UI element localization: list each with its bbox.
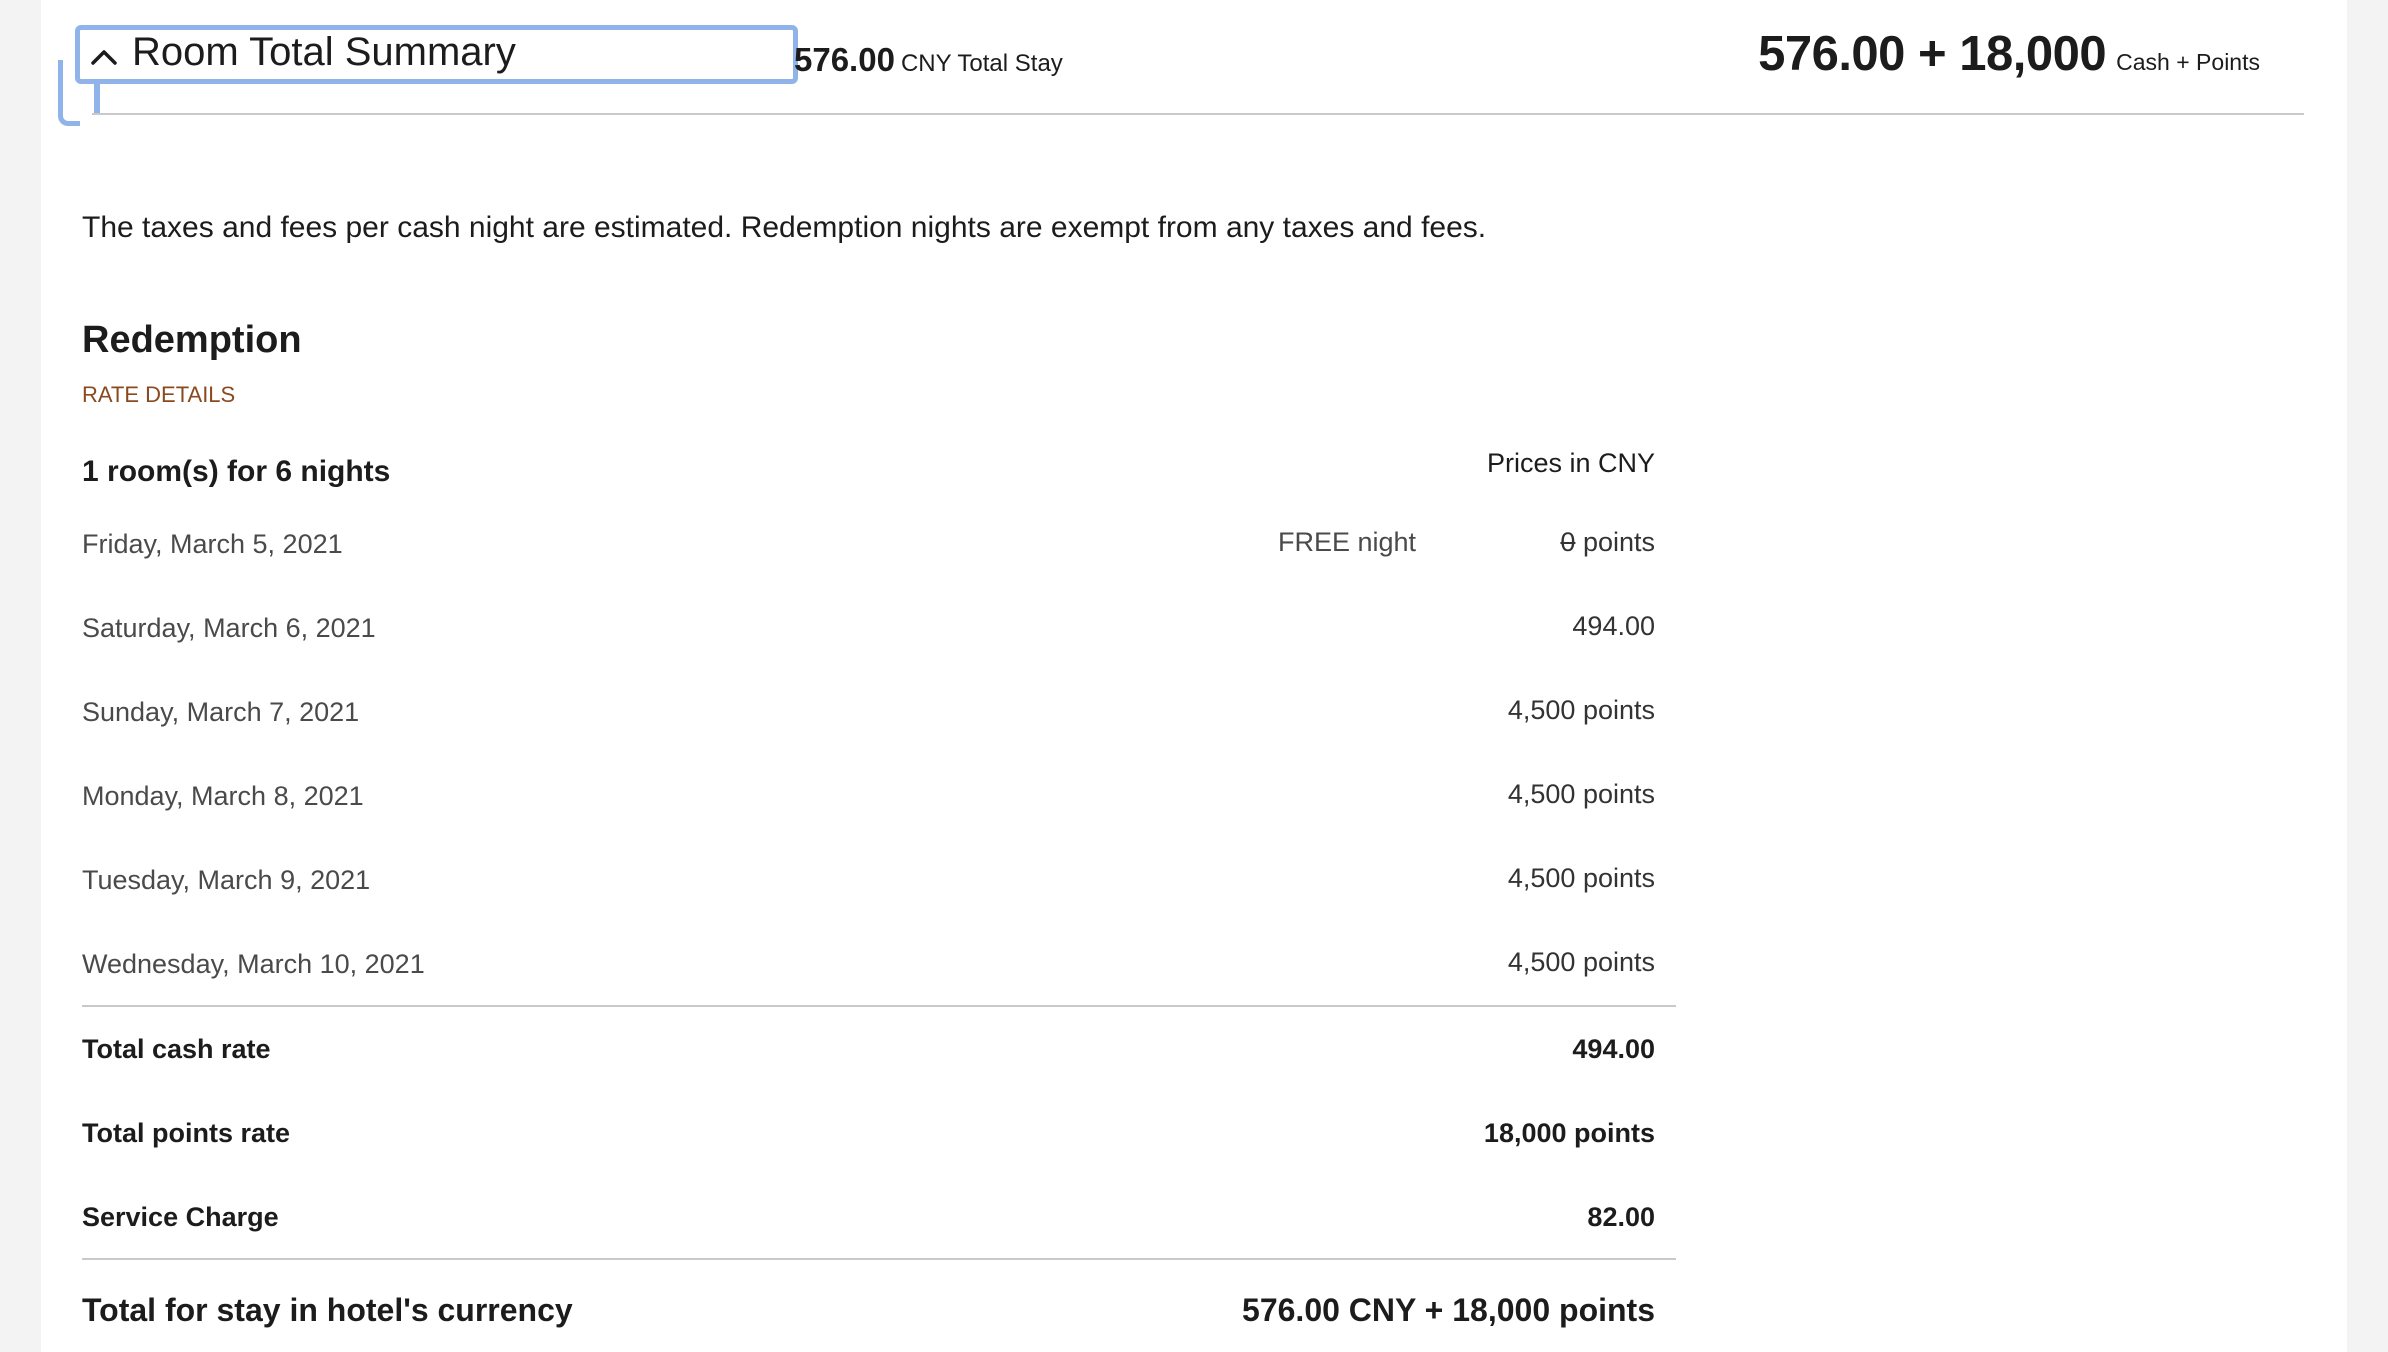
grand-total-row: Total for stay in hotel's currency 576.0… <box>82 1288 1655 1336</box>
night-row: Wednesday, March 10, 2021 4,500 points <box>82 944 1655 994</box>
night-rate-unit: points <box>1575 527 1655 557</box>
total-row: Total cash rate 494.00 <box>82 1029 1655 1073</box>
total-row: Service Charge 82.00 <box>82 1197 1655 1241</box>
focus-ring-stub <box>94 80 100 113</box>
prices-currency-label: Prices in CNY <box>1486 448 1655 478</box>
total-row: Total points rate 18,000 points <box>82 1113 1655 1157</box>
tax-notice: The taxes and fees per cash night are es… <box>82 211 1487 244</box>
night-date: Tuesday, March 9, 2021 <box>82 865 371 895</box>
cash-points-total: 576.00 + 18,000 Cash + Points <box>1758 22 2260 98</box>
total-label: Total cash rate <box>82 1034 271 1064</box>
night-rate: 4,500 points <box>1507 947 1655 977</box>
night-rate: 4,500 points <box>1507 863 1655 893</box>
night-row: Monday, March 8, 2021 4,500 points <box>82 776 1655 826</box>
total-stay-label: CNY Total Stay <box>900 50 1063 77</box>
rate-details-link[interactable]: RATE DETAILS <box>82 380 235 410</box>
night-date: Wednesday, March 10, 2021 <box>82 949 425 979</box>
night-rate: 4,500 points <box>1507 779 1655 809</box>
total-label: Service Charge <box>82 1202 279 1232</box>
nights-divider <box>82 1005 1676 1007</box>
redemption-heading: Redemption <box>82 319 302 361</box>
total-stay-amount: 576.00 <box>794 41 895 78</box>
totals-divider <box>82 1258 1676 1260</box>
summary-title[interactable]: Room Total Summary <box>132 27 516 77</box>
night-row: Saturday, March 6, 2021 494.00 <box>82 608 1655 658</box>
night-date: Sunday, March 7, 2021 <box>82 697 360 727</box>
night-row: Tuesday, March 9, 2021 4,500 points <box>82 860 1655 910</box>
chevron-up-icon <box>91 50 117 65</box>
collapse-summary-button[interactable] <box>84 36 126 78</box>
rooms-nights-label: 1 room(s) for 6 nights <box>82 455 391 488</box>
night-rate: 4,500 points <box>1507 695 1655 725</box>
cash-points-label: Cash + Points <box>2116 49 2260 75</box>
grand-total-value: 576.00 CNY + 18,000 points <box>1242 1292 1655 1328</box>
total-label: Total points rate <box>82 1118 291 1148</box>
night-date: Saturday, March 6, 2021 <box>82 613 376 643</box>
night-row: Friday, March 5, 2021 FREE night 0 point… <box>82 524 1655 574</box>
total-stay: 576.00 CNY Total Stay <box>794 38 1063 89</box>
free-night-label: FREE night <box>1278 527 1417 557</box>
night-date: Friday, March 5, 2021 <box>82 529 343 559</box>
grand-total-label: Total for stay in hotel's currency <box>82 1292 573 1328</box>
night-date: Monday, March 8, 2021 <box>82 781 364 811</box>
night-rate: 0 points <box>1560 522 1655 562</box>
total-value: 82.00 <box>1587 1202 1655 1232</box>
header-divider <box>92 113 2304 115</box>
total-value: 494.00 <box>1572 1034 1655 1064</box>
night-row: Sunday, March 7, 2021 4,500 points <box>82 692 1655 742</box>
cash-points-amount: 576.00 + 18,000 <box>1758 27 2107 81</box>
night-rate: 494.00 <box>1572 611 1655 641</box>
total-value: 18,000 points <box>1483 1118 1655 1148</box>
struck-points: 0 <box>1560 527 1576 557</box>
